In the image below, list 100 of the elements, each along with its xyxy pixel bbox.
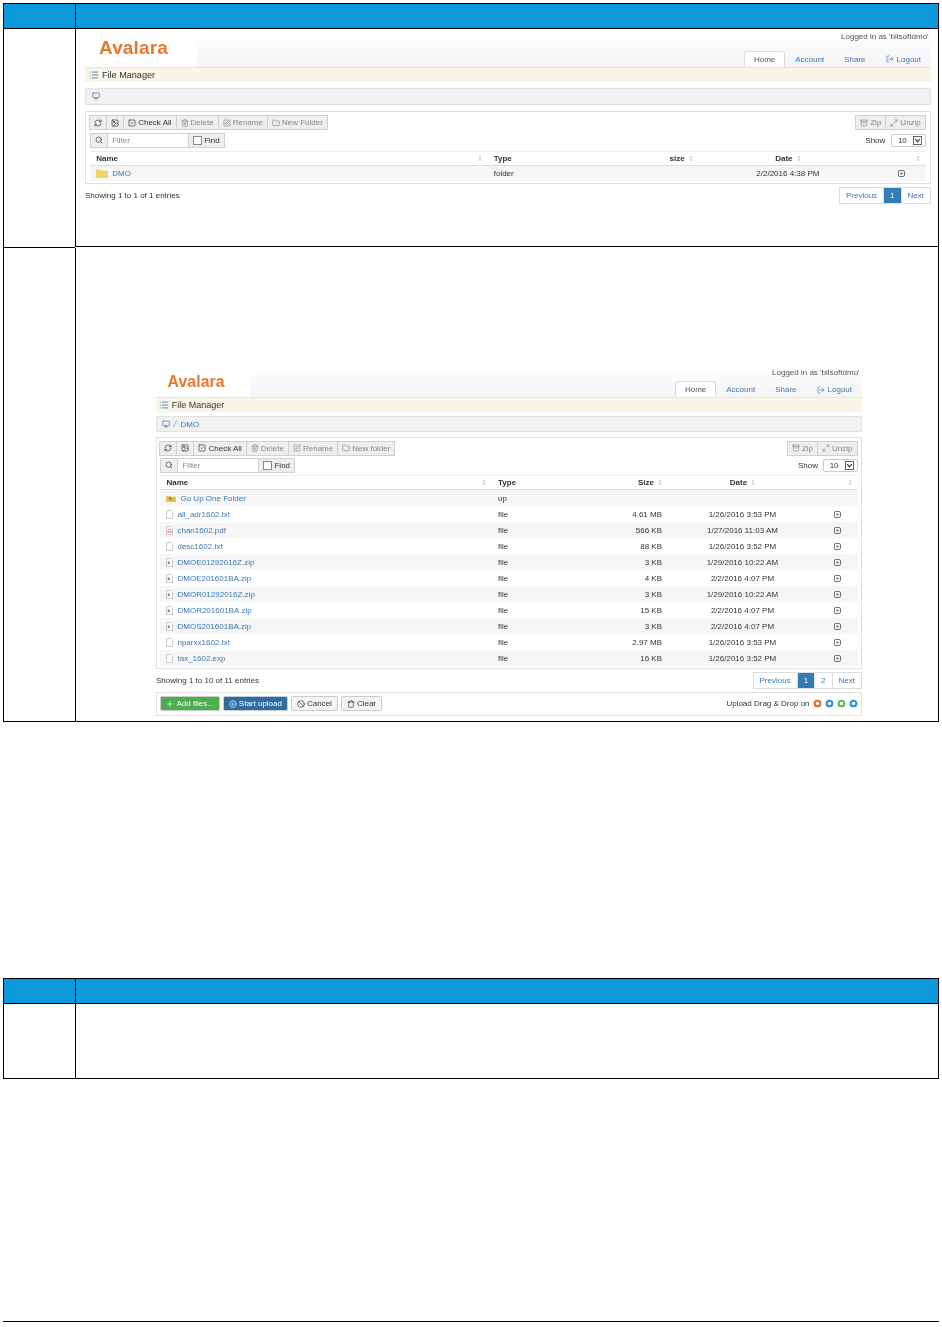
zip-file-icon [166, 605, 174, 615]
nav-tab[interactable]: Logout [806, 381, 862, 398]
square-dot-icon[interactable] [897, 169, 905, 177]
search-icon [95, 136, 104, 145]
square-dot-icon[interactable] [833, 606, 841, 614]
nav-tab[interactable]: Home [674, 381, 717, 398]
file-name-link[interactable]: DMO [112, 168, 131, 178]
table-cell: 2/2/2016 4:07 PM [710, 573, 775, 583]
table-cell: file [498, 589, 509, 599]
upload-button[interactable]: Cancel [290, 696, 338, 712]
column-header[interactable]: Date [729, 478, 748, 488]
nav-tab[interactable]: Home [743, 50, 786, 67]
column-header[interactable]: size [669, 153, 685, 163]
file-name-link[interactable]: nparxx1602.txt [177, 637, 230, 647]
upload-button[interactable]: Start upload [222, 696, 288, 712]
filter-field[interactable]: Filter [108, 132, 190, 148]
table-cell: file [498, 525, 509, 535]
list-icon [88, 69, 99, 80]
table-cell: file [498, 653, 509, 663]
file-name-link[interactable]: DMOR201601BA.zip [177, 605, 252, 615]
file-name-link[interactable]: chan1602.pdf [177, 525, 226, 535]
find-checkbox[interactable]: Find [189, 132, 225, 148]
file-name-link[interactable]: DMOE01292016Z.zip [177, 557, 255, 567]
file-name-link[interactable]: DMOR01292016Z.zip [177, 589, 255, 599]
file-name-link[interactable]: DMOS201601BA.zip [177, 621, 252, 631]
toolbar-button[interactable]: Check All [193, 440, 247, 456]
table-row[interactable]: chan1602.pdf file 566 KB 1/27/2016 11:03 AM [160, 522, 858, 539]
file-name-link[interactable]: all_adr1602.txt [177, 509, 230, 519]
column-header[interactable]: Name [96, 153, 118, 163]
nav-tab[interactable]: Share [765, 381, 807, 398]
table-row[interactable]: tax_1602.exp file 16 KB 1/26/2016 3:52 PM [160, 650, 858, 667]
table-row[interactable]: DMOS201601BA.zip file 3 KB 2/2/2016 4:07 PM [160, 618, 858, 635]
nav-tab[interactable]: Share [834, 50, 876, 67]
table-cell: 88 KB [640, 541, 663, 551]
table-cell: 1/27/2016 11:03 AM [706, 525, 778, 535]
table-row[interactable]: DMOE01292016Z.zip file 3 KB 1/29/2016 10:22 AM [160, 554, 858, 571]
entries-info: Showing 1 to 1 of 1 entries [85, 191, 180, 201]
square-dot-icon[interactable] [833, 510, 841, 518]
refresh-button[interactable] [89, 115, 108, 131]
expand-icon [890, 118, 899, 127]
square-dot-icon[interactable] [833, 542, 841, 550]
filter-field[interactable]: Filter [178, 457, 260, 473]
find-checkbox[interactable]: Find [259, 457, 296, 473]
table-cell: folder [493, 168, 514, 178]
search-button[interactable] [160, 457, 179, 473]
nav-tab[interactable]: Account [716, 381, 766, 398]
square-dot-icon[interactable] [833, 590, 841, 598]
trash-icon [180, 118, 189, 127]
image-button[interactable] [176, 440, 195, 456]
monitor-icon [91, 92, 100, 101]
table-cell: file [498, 557, 509, 567]
search-button[interactable] [90, 132, 109, 148]
pagination-button[interactable]: Previous [752, 671, 798, 689]
table-cell: 1/26/2016 3:53 PM [708, 637, 777, 647]
square-dot-icon[interactable] [833, 558, 841, 566]
list-icon [158, 400, 169, 411]
column-header[interactable]: Size [638, 478, 655, 488]
nav-tab[interactable]: Logout [875, 50, 931, 67]
square-dot-icon[interactable] [833, 638, 841, 646]
column-header[interactable]: Type [498, 478, 517, 488]
page-title: File Manager [171, 400, 225, 411]
table-row[interactable]: Go Up One Folder up [160, 490, 858, 507]
square-dot-icon[interactable] [833, 574, 841, 582]
image-icon [111, 118, 120, 127]
pagination-button[interactable]: Next [831, 671, 862, 689]
page-size-select[interactable]: 10 [822, 458, 858, 472]
square-dot-icon[interactable] [833, 654, 841, 662]
toolbar-button[interactable]: Check All [123, 115, 177, 131]
table-cell: file [498, 637, 509, 647]
table-cell: 4 KB [644, 573, 663, 583]
file-name-link[interactable]: desc1602.txt [177, 541, 223, 551]
slash-icon [173, 420, 178, 429]
pagination-button[interactable]: Previous [838, 187, 885, 205]
file-name-link[interactable]: tax_1602.exp [177, 653, 226, 663]
file-name-link[interactable]: Go Up One Folder [180, 493, 246, 503]
plus-icon [166, 699, 175, 708]
upload-note: Upload Drag & Drop on [726, 699, 810, 709]
upload-button[interactable]: Add files... [160, 696, 220, 712]
upload-button[interactable]: Clear [340, 696, 382, 712]
table-cell: file [498, 541, 509, 551]
pagination-button[interactable]: 2 [814, 671, 833, 689]
refresh-button[interactable] [159, 440, 178, 456]
page-size-select[interactable]: 10 [890, 133, 926, 147]
breadcrumb-link[interactable]: DMO [180, 419, 200, 429]
column-header[interactable]: Name [166, 478, 189, 488]
square-dot-icon[interactable] [833, 622, 841, 630]
table-cell: 1/26/2016 3:53 PM [708, 509, 777, 519]
file-name-link[interactable]: DMOE201601BA.zip [177, 573, 252, 583]
square-dot-icon[interactable] [833, 526, 841, 534]
table-cell: 15 KB [640, 605, 663, 615]
table-cell: 3 KB [644, 621, 663, 631]
column-header[interactable]: Date [775, 153, 793, 163]
pagination-button[interactable]: Next [900, 187, 931, 205]
table-row[interactable]: DMOR01292016Z.zip file 3 KB 1/29/2016 10:22 AM [160, 586, 858, 603]
nav-tab[interactable]: Account [785, 50, 835, 67]
check-square-icon [128, 118, 137, 127]
pagination-button[interactable]: 1 [883, 187, 902, 205]
logo: Avalara [167, 372, 225, 391]
column-header[interactable]: Type [493, 153, 512, 163]
image-button[interactable] [106, 115, 125, 131]
